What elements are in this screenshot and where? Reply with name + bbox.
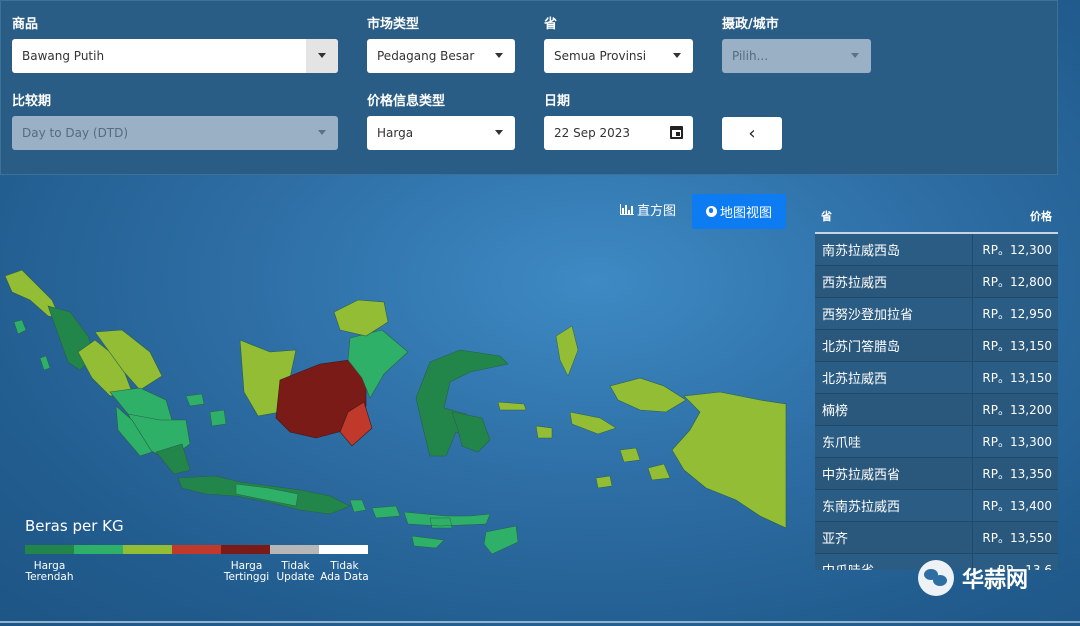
chevron-down-icon [318,130,326,135]
price-cell: RP。12,800 [982,275,1052,289]
table-header: 省 价格 [815,200,1058,234]
legend-swatch [123,545,172,554]
chevron-down-icon [495,130,503,135]
table-row[interactable]: 西苏拉威西 RP。12,800 [815,266,1058,298]
date-label: 日期 [544,94,571,109]
province-cell: 东南苏拉威西 [815,490,973,521]
price-cell: RP。13,550 [982,531,1052,545]
commodity-dropdown-toggle[interactable] [306,39,338,73]
price-cell: RP。12,950 [982,307,1052,321]
chevron-down-icon [318,53,326,58]
table-row[interactable]: 中苏拉威西省 RP。13,350 [815,458,1058,490]
province-cell: 南苏拉威西岛 [815,234,973,265]
column-header-price[interactable]: 价格 [1030,208,1052,224]
map-region-papua [671,391,787,529]
city-label: 摄政/城市 [722,17,779,32]
table-row[interactable]: 楠榜 RP。13,200 [815,394,1058,426]
price-cell: RP。13,150 [982,339,1052,353]
province-value: Semua Provinsi [554,49,647,63]
chart-view-button[interactable]: 直方图 [620,200,676,219]
province-cell: 亚齐 [815,522,973,553]
divider [0,621,1080,623]
price-cell: RP。13,300 [982,435,1052,449]
column-header-province[interactable]: 省 [821,208,832,224]
chevron-down-icon [851,53,859,58]
legend-label-no-data: Tidak Ada Data [320,560,369,583]
commodity-select[interactable]: Bawang Putih [12,39,338,73]
compare-period-value: Day to Day (DTD) [22,126,129,140]
table-row[interactable]: 东南苏拉威西 RP。13,400 [815,490,1058,522]
legend-swatch [172,545,221,554]
map-region-north-maluku [555,325,579,377]
table-row[interactable]: 东爪哇 RP。13,300 [815,426,1058,458]
legend-swatch [270,545,319,554]
legend-swatch [25,545,74,554]
legend-label-no-update: Tidak Update [276,560,315,583]
market-type-value: Pedagang Besar [377,49,475,63]
price-type-label: 价格信息类型 [367,94,446,109]
back-button[interactable]: ‹ [722,117,782,150]
market-type-label: 市场类型 [367,17,420,32]
legend-swatch [221,545,270,554]
price-cell: RP。13,350 [982,467,1052,481]
legend-label-lowest: Harga Terendah [25,560,74,583]
map-region-nusa-tenggara [349,499,491,529]
watermark: 华蒜网 [918,560,1028,596]
table-row[interactable]: 北苏门答腊岛 RP。13,150 [815,330,1058,362]
province-cell: 北苏拉威西 [815,362,973,393]
commodity-value: Bawang Putih [22,49,105,63]
price-cell: RP。13,400 [982,499,1052,513]
commodity-label: 商品 [12,17,39,32]
table-row[interactable]: 亚齐 RP。13,550 [815,522,1058,554]
province-cell: 东爪哇 [815,426,973,457]
legend-swatch [319,545,368,554]
compare-period-label: 比较期 [12,94,52,109]
table-body: 南苏拉威西岛 RP。12,300 西苏拉威西 RP。12,800 西努沙登加拉省 RP。1… [815,234,1058,570]
globe-icon [705,206,717,217]
legend-color-bar [25,545,368,554]
map-view-label: 地图视图 [719,206,772,221]
legend-swatch [74,545,123,554]
province-cell: 楠榜 [815,394,973,425]
city-select[interactable]: Pilih... [722,39,871,73]
map-region-maluku [569,411,617,435]
province-cell: 中苏拉威西省 [815,458,973,489]
price-type-value: Harga [377,126,414,140]
price-table[interactable]: 省 价格 南苏拉威西岛 RP。12,300 西苏拉威西 RP。12,800 西努沙登加拉… [815,200,1058,570]
watermark-text: 华蒜网 [962,568,1029,593]
date-input[interactable]: 22 Sep 2023 [544,116,693,150]
city-placeholder: Pilih... [732,49,769,63]
chevron-down-icon [495,53,503,58]
price-type-select[interactable]: Harga [367,116,515,150]
province-cell: 西努沙登加拉省 [815,298,973,329]
bar-chart-icon [620,204,634,215]
province-cell: 北苏门答腊岛 [815,330,973,361]
chart-view-label: 直方图 [637,204,677,219]
table-row[interactable]: 北苏拉威西 RP。13,150 [815,362,1058,394]
table-row[interactable]: 西努沙登加拉省 RP。12,950 [815,298,1058,330]
legend-title: Beras per KG [25,517,124,535]
chevron-left-icon: ‹ [748,123,756,144]
date-value: 22 Sep 2023 [554,126,631,140]
table-row[interactable]: 南苏拉威西岛 RP。12,300 [815,234,1058,266]
province-label: 省 [544,17,558,32]
map-region-west-papua [609,377,687,413]
province-cell: 西苏拉威西 [815,266,973,297]
compare-period-select[interactable]: Day to Day (DTD) [12,116,338,150]
price-cell: RP。12,300 [982,243,1052,257]
wechat-icon [918,560,954,596]
legend-label-highest: Harga Tertinggi [223,560,270,583]
map-view-button[interactable]: 地图视图 [692,194,786,229]
calendar-icon[interactable] [670,126,683,139]
province-select[interactable]: Semua Provinsi [544,39,693,73]
price-cell: RP。13,200 [982,403,1052,417]
chevron-down-icon [673,53,681,58]
price-cell: RP。13,150 [982,371,1052,385]
market-type-select[interactable]: Pedagang Besar [367,39,515,73]
filter-panel: 商品 Bawang Putih 市场类型 Pedagang Besar 省 Se… [0,0,1058,175]
